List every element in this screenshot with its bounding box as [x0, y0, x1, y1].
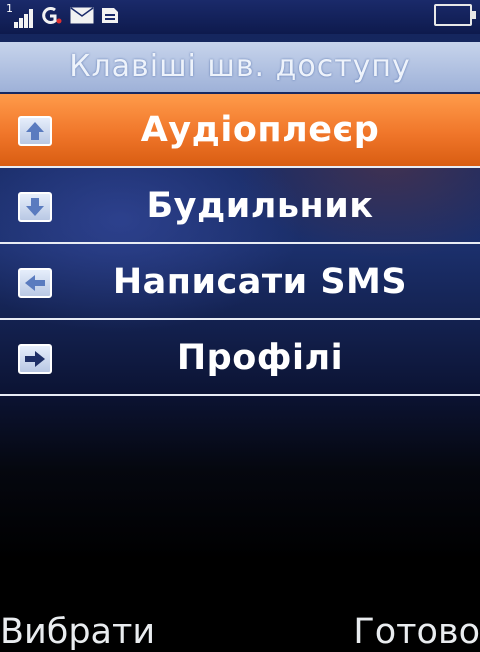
sim-slot-label: 1	[6, 2, 13, 15]
menu-item-label: Профілі	[176, 338, 344, 378]
menu-item-alarm[interactable]: Будильник	[0, 170, 480, 244]
menu-item-label: Аудіоплеєр	[140, 110, 380, 150]
menu-item-label: Будильник	[146, 186, 374, 226]
done-softkey[interactable]: Готово	[353, 612, 480, 652]
battery-icon	[434, 4, 476, 26]
menu-item-profiles[interactable]: Профілі	[0, 322, 480, 396]
left-arrow-icon	[18, 268, 52, 298]
right-arrow-icon	[18, 344, 52, 374]
up-arrow-icon	[18, 116, 52, 146]
select-softkey[interactable]: Вибрати	[0, 612, 155, 652]
menu-item-audio-player[interactable]: Аудіоплеєр	[0, 94, 480, 168]
gprs-icon	[40, 7, 62, 24]
memory-card-icon	[100, 7, 122, 24]
page-title: Клавіші шв. доступу	[0, 42, 480, 92]
status-bar: 1	[0, 0, 480, 34]
menu-item-write-sms[interactable]: Написати SMS	[0, 246, 480, 320]
message-icon	[70, 7, 94, 24]
down-arrow-icon	[18, 192, 52, 222]
signal-icon: 1	[6, 2, 34, 28]
menu-item-label: Написати SMS	[112, 262, 408, 302]
